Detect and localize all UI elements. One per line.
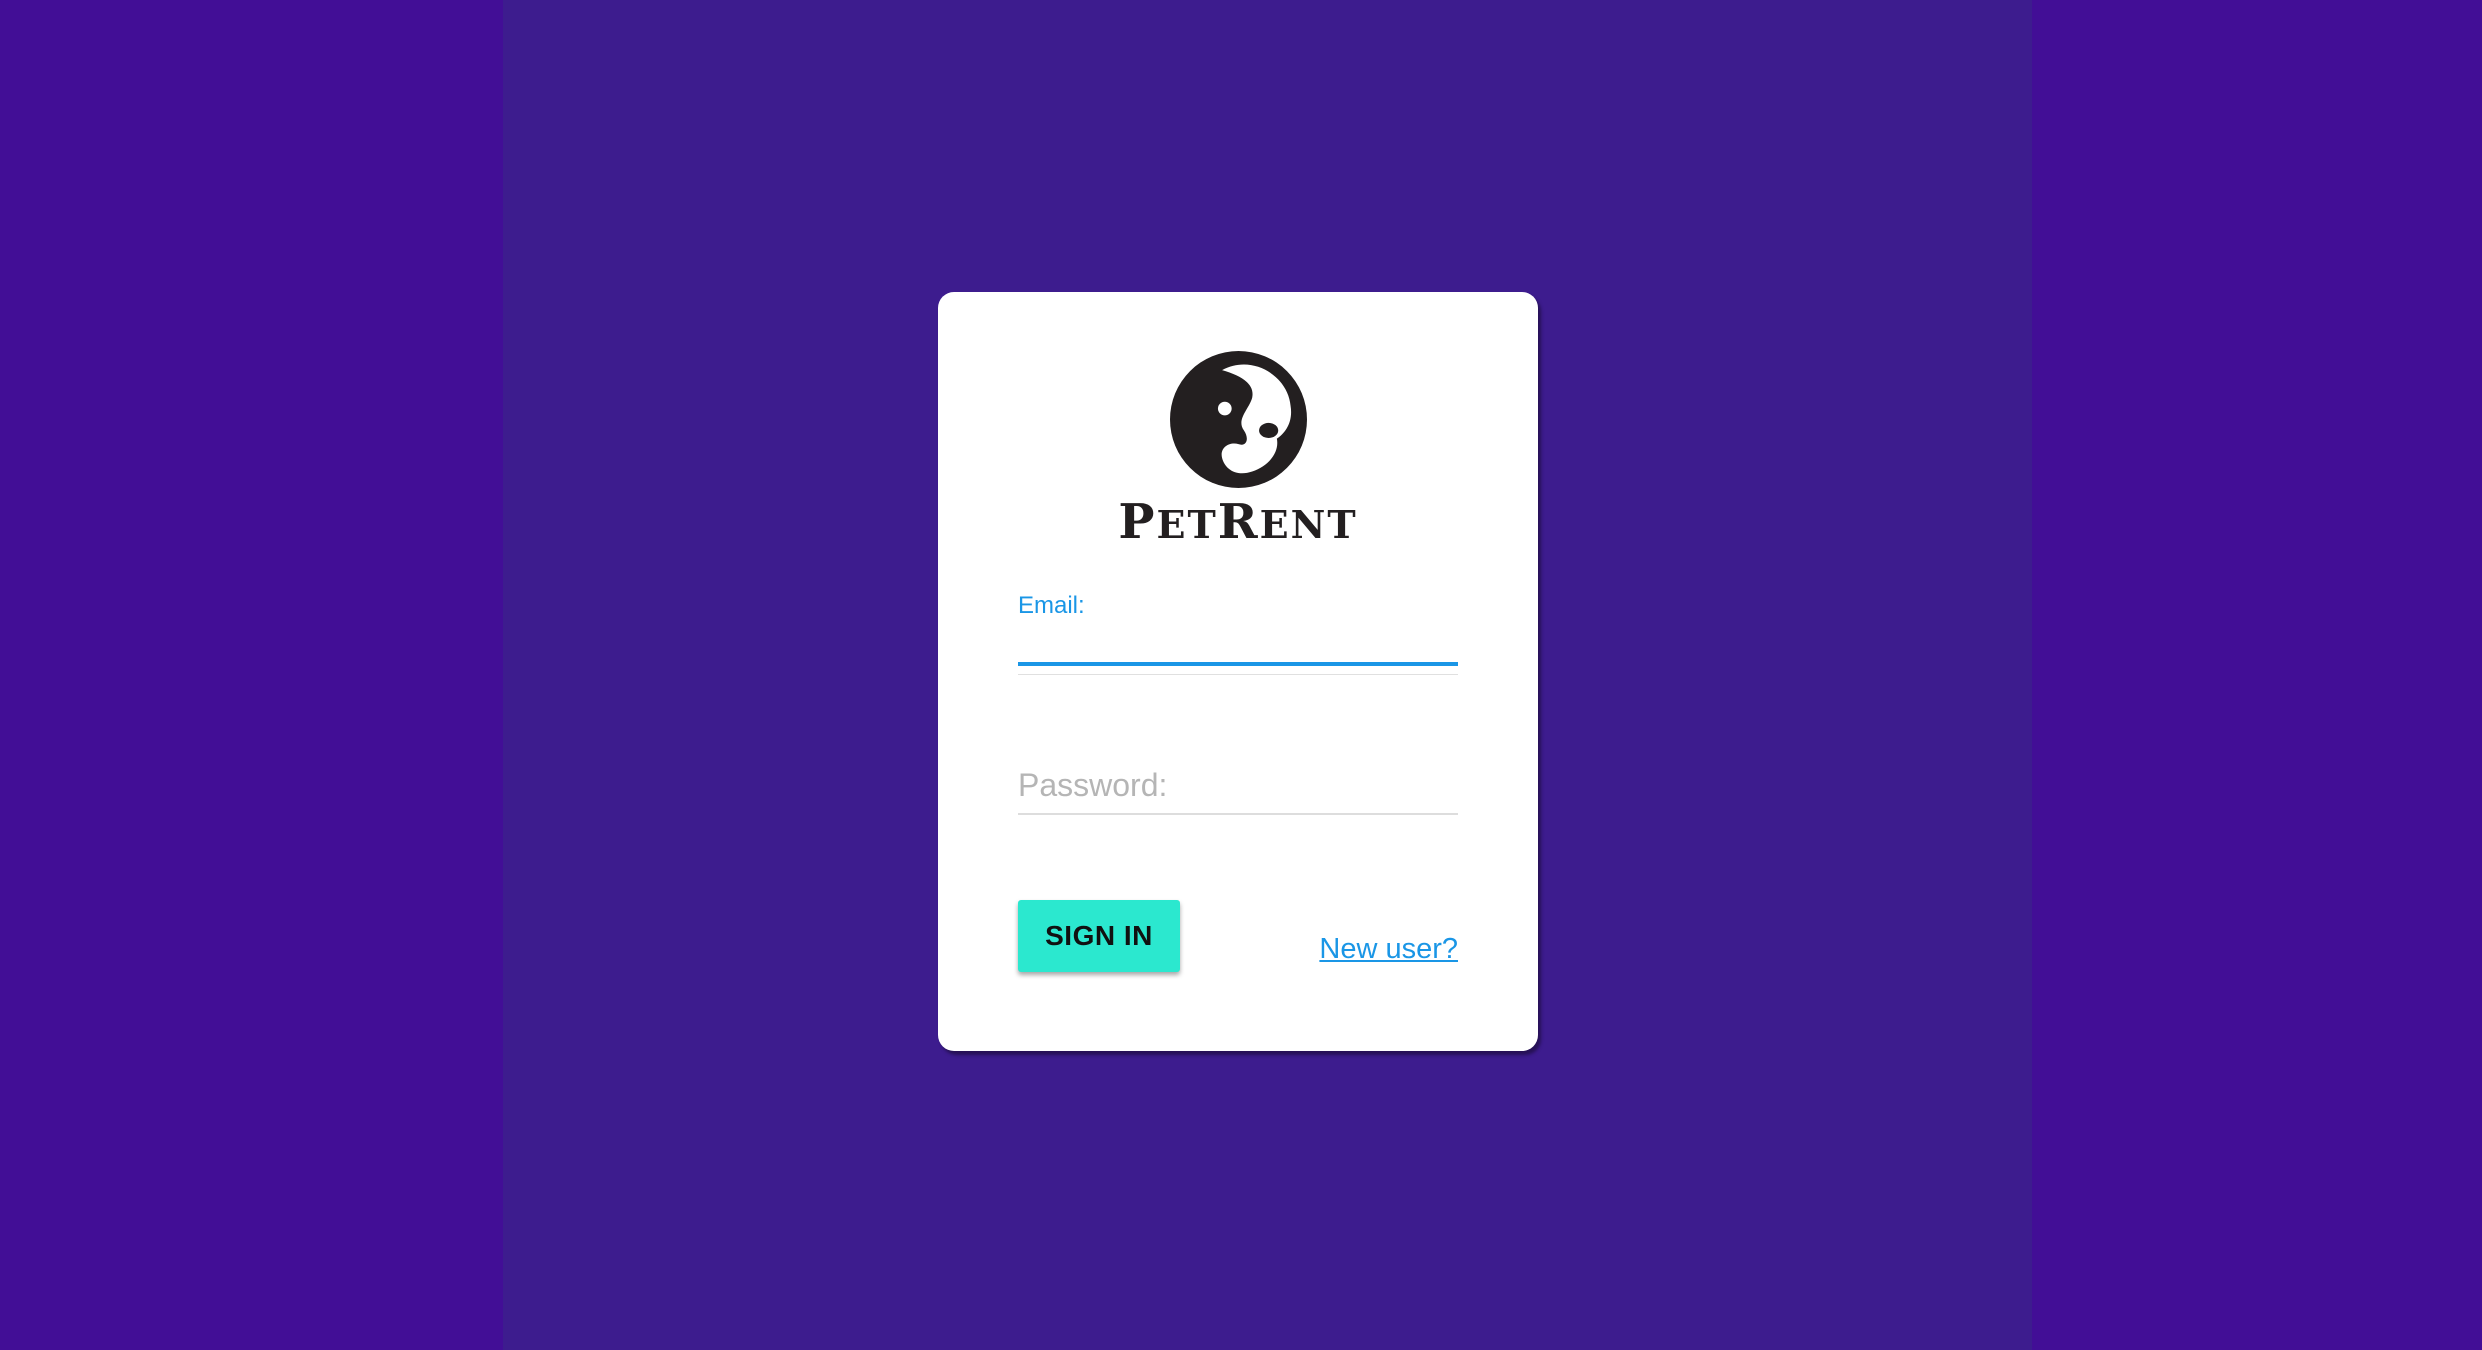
email-label: Email: — [1018, 592, 1085, 619]
new-user-link[interactable]: New user? — [1319, 932, 1458, 966]
email-focus-underline — [1018, 662, 1458, 666]
password-underline — [1018, 813, 1458, 815]
dog-logo-icon — [1170, 351, 1307, 488]
sign-in-button[interactable]: SIGN IN — [1018, 900, 1180, 972]
password-input[interactable] — [1018, 760, 1458, 810]
email-input[interactable] — [1018, 626, 1458, 666]
email-field-group: Email: — [1018, 592, 1458, 672]
email-underline — [1018, 674, 1458, 675]
brand-wordmark: PETRENT — [1118, 494, 1358, 550]
login-card: PETRENT Email: SIGN IN New user? — [938, 292, 1538, 1051]
password-field-group — [1018, 760, 1458, 840]
